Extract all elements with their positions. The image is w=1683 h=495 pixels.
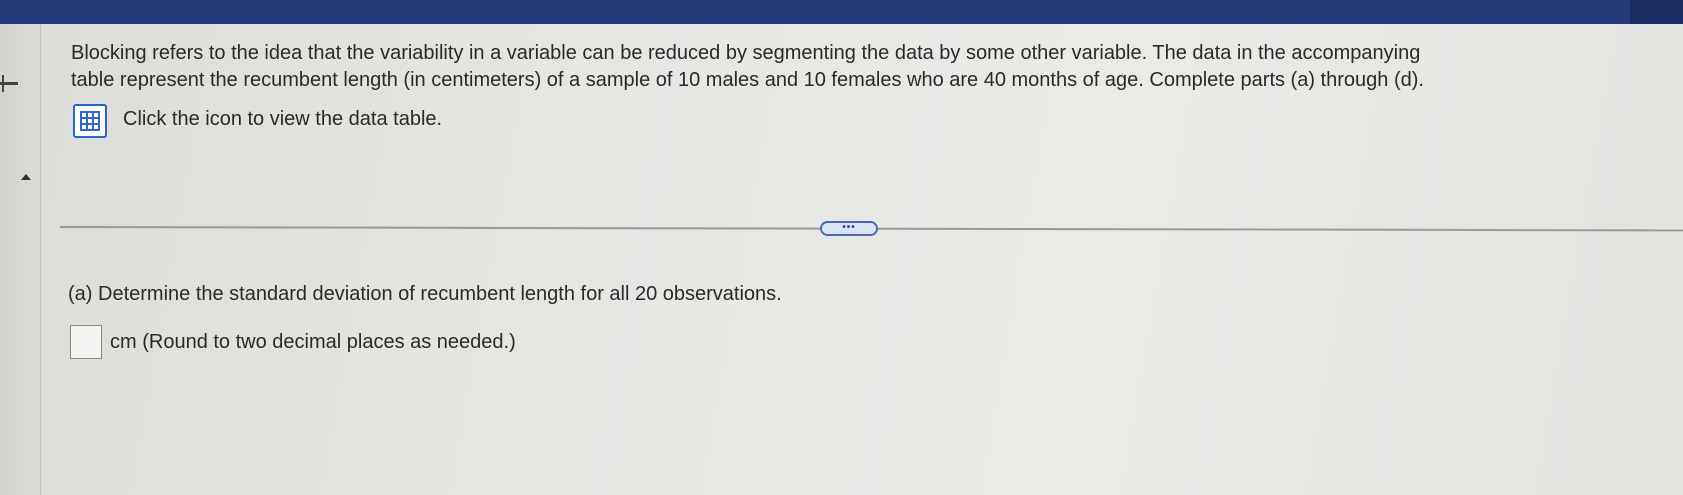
collapse-caret-icon[interactable] — [21, 174, 31, 180]
header-bar-corner — [1630, 0, 1683, 24]
data-table-icon[interactable] — [73, 104, 107, 138]
expand-more-button[interactable]: ••• — [820, 221, 878, 236]
back-arrow-icon[interactable] — [0, 75, 18, 92]
part-a-answer-input[interactable] — [70, 325, 102, 359]
left-gutter — [0, 24, 41, 495]
question-intro-line-1: Blocking refers to the idea that the var… — [71, 42, 1421, 64]
part-a-unit-note: cm (Round to two decimal places as neede… — [110, 331, 516, 353]
question-intro-line-2: table represent the recumbent length (in… — [71, 69, 1424, 91]
data-table-link-text[interactable]: Click the icon to view the data table. — [123, 108, 442, 131]
grid-icon — [80, 111, 100, 131]
header-bar — [0, 0, 1683, 24]
part-a-prompt: (a) Determine the standard deviation of … — [68, 283, 782, 305]
question-text: Blocking refers to the idea that the var… — [71, 40, 1671, 94]
question-content: Blocking refers to the idea that the var… — [71, 40, 1671, 94]
